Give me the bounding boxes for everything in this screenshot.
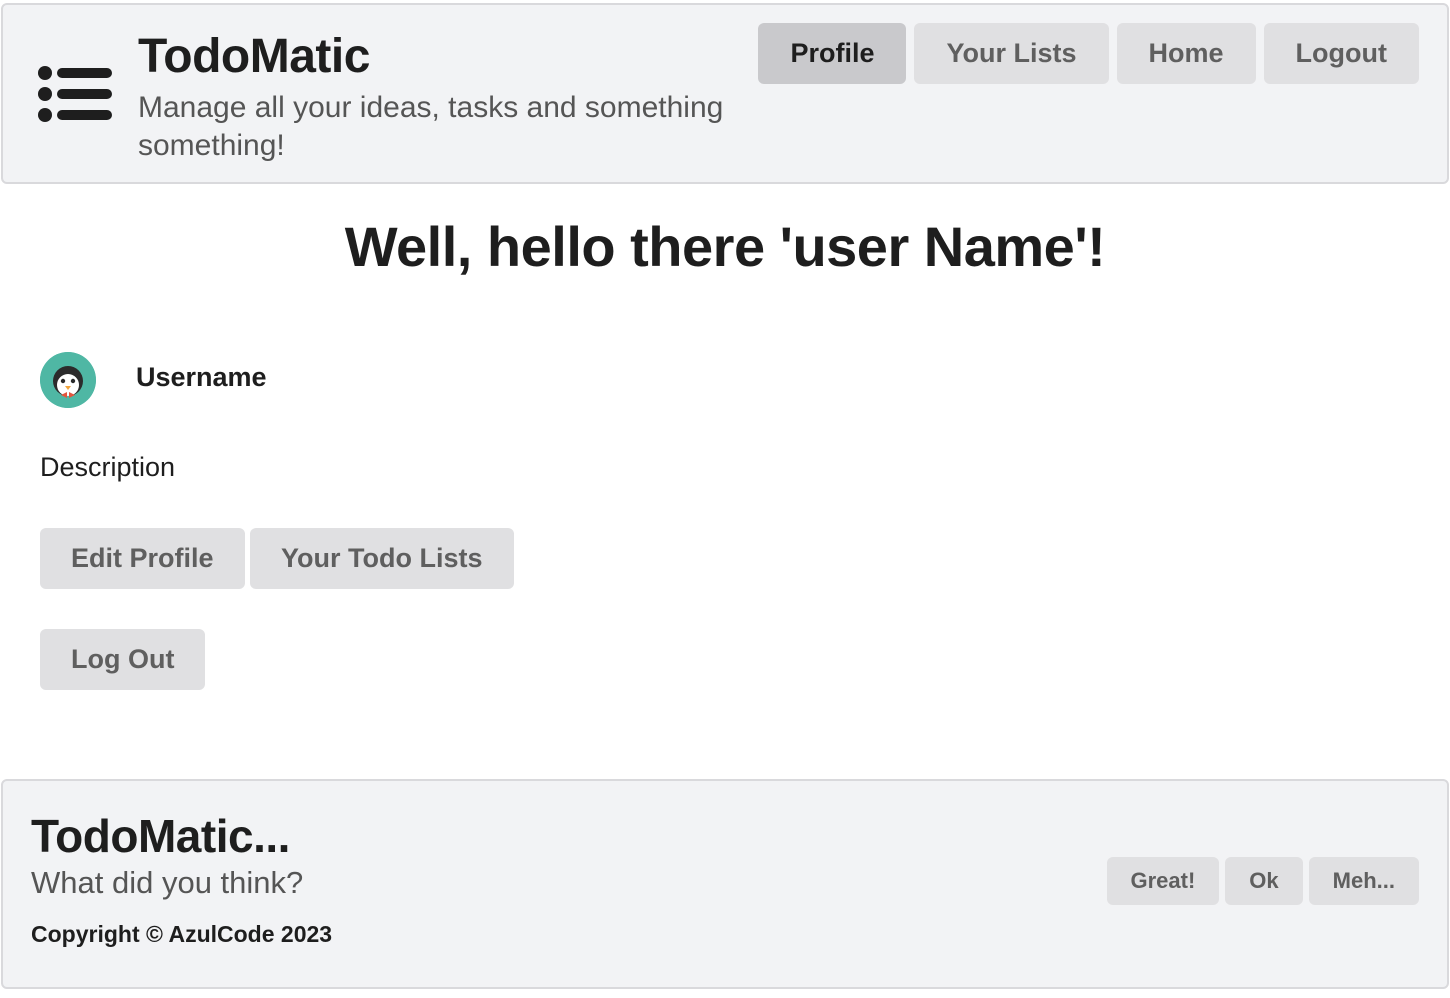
app-header: TodoMatic Manage all your ideas, tasks a… (1, 3, 1449, 184)
app-subtitle: Manage all your ideas, tasks and somethi… (138, 91, 724, 162)
feedback-ok-button[interactable]: Ok (1225, 857, 1303, 905)
feedback-meh-button[interactable]: Meh... (1308, 857, 1419, 905)
footer-question: What did you think? (31, 865, 304, 900)
copyright-text: Copyright © AzulCode 2023 (31, 921, 333, 947)
footer-title: TodoMatic... (31, 810, 290, 862)
nav-home-button[interactable]: Home (1116, 23, 1256, 84)
nav-your-lists-button[interactable]: Your Lists (914, 23, 1109, 84)
feedback-buttons: Great! Ok Meh... (1106, 857, 1419, 905)
penguin-icon (40, 352, 96, 408)
edit-profile-button[interactable]: Edit Profile (40, 528, 245, 589)
feedback-great-button[interactable]: Great! (1106, 857, 1220, 905)
your-todo-lists-button[interactable]: Your Todo Lists (250, 528, 514, 589)
profile-description: Description (40, 452, 176, 482)
list-icon (38, 66, 112, 122)
log-out-button[interactable]: Log Out (40, 629, 206, 690)
penguin-avatar (40, 352, 96, 408)
main-nav: Profile Your Lists Home Logout (758, 23, 1419, 84)
greeting-heading: Well, hello there 'user Name'! (344, 215, 1106, 278)
app-title: TodoMatic (138, 30, 370, 83)
nav-profile-button[interactable]: Profile (758, 23, 907, 84)
app-footer: TodoMatic... What did you think? Copyrig… (1, 779, 1449, 989)
nav-logout-button[interactable]: Logout (1263, 23, 1419, 84)
username-label: Username (136, 362, 267, 392)
